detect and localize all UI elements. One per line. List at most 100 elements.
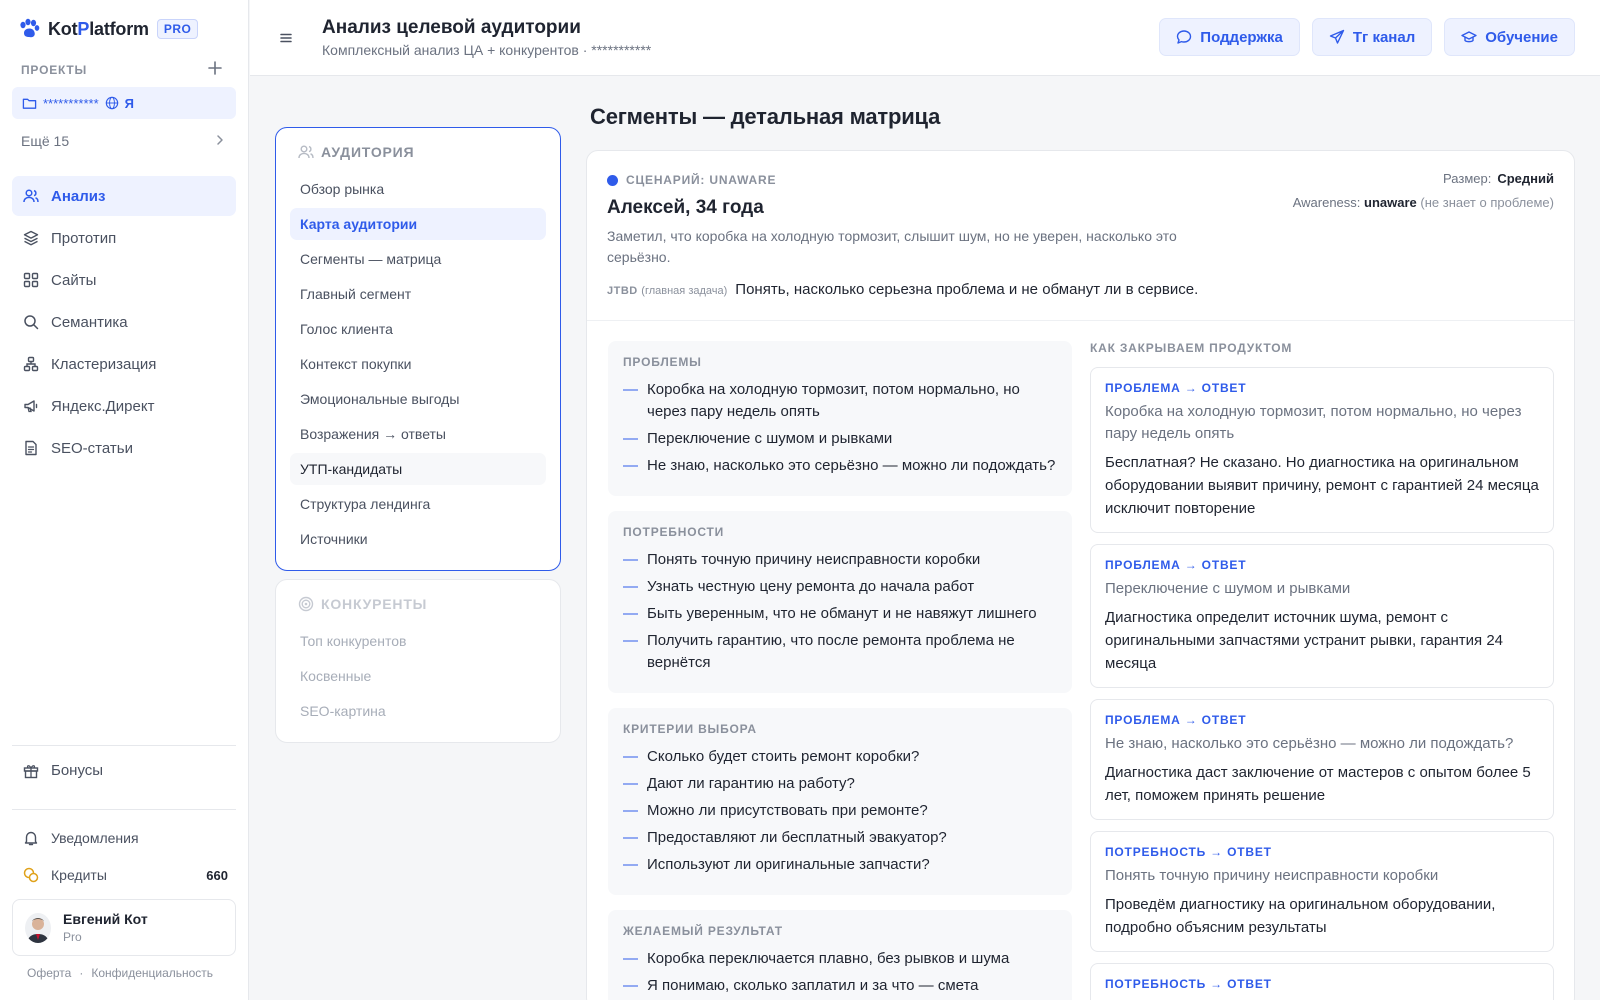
list-item: Не знаю, насколько это серьёзно — можно … (623, 455, 1057, 477)
awareness-hint: (не знает о проблеме) (1420, 195, 1554, 210)
sidebar: KotPlatform PRO ПРОЕКТЫ *********** Я Ещ… (0, 0, 249, 1000)
nav-label: Анализ (51, 187, 106, 205)
competitors-section-title: КОНКУРЕНТЫ (321, 596, 428, 612)
competitors-section-header: КОНКУРЕНТЫ (290, 592, 546, 616)
subnav-item[interactable]: Эмоциональные выгоды (290, 383, 546, 415)
search-icon (23, 314, 39, 330)
answer-card: ПОТРЕБНОСТЬ → ОТВЕТ (1090, 963, 1554, 1000)
subnav-item[interactable]: УТП-кандидаты (290, 453, 546, 485)
nav-label: SEO-статьи (51, 439, 133, 457)
add-project-button[interactable] (206, 59, 224, 77)
list-item: Коробка переключается плавно, без рывков… (623, 948, 1057, 970)
subnav-item[interactable]: Контекст покупки (290, 348, 546, 380)
top-header: Анализ целевой аудитории Комплексный ана… (250, 0, 1600, 76)
nav-item-prototype[interactable]: Прототип (12, 218, 236, 258)
header-actions: Поддержка Тг канал Обучение (1159, 18, 1575, 56)
more-projects[interactable]: Ещё 15 (21, 133, 227, 149)
nav-label: Сайты (51, 271, 97, 289)
target-icon (298, 596, 314, 612)
telegram-label: Тг канал (1352, 28, 1416, 46)
subnav-item[interactable]: Главный сегмент (290, 278, 546, 310)
plan-badge: PRO (156, 19, 199, 39)
answer-question: Понять точную причину неисправности коро… (1105, 867, 1439, 884)
nav-item-seo-articles[interactable]: SEO-статьи (12, 428, 236, 468)
nav-item-sites[interactable]: Сайты (12, 260, 236, 300)
subnav-item[interactable]: Источники (290, 523, 546, 555)
chat-icon (1176, 29, 1192, 45)
subnav-item[interactable]: Обзор рынка (290, 173, 546, 205)
jtbd-row: JTBD (главная задача) Понять, насколько … (607, 281, 1198, 298)
offer-link[interactable]: Оферта (27, 966, 71, 980)
list-item: Быть уверенным, что не обманут и не навя… (623, 603, 1057, 625)
nav-label: Яндекс.Директ (51, 397, 155, 415)
answer-text: Бесплатная? Не сказано. Но диагностика н… (1105, 454, 1539, 517)
divider (12, 745, 236, 746)
page-title: Анализ целевой аудитории (322, 17, 581, 38)
credits-row[interactable]: Кредиты 660 (23, 867, 228, 883)
user-card[interactable]: Евгений Кот Pro (12, 899, 236, 956)
megaphone-icon (23, 398, 39, 414)
subnav-item[interactable]: Топ конкурентов (290, 625, 546, 657)
avatar (25, 912, 51, 943)
support-button[interactable]: Поддержка (1159, 18, 1300, 56)
nav-item-analysis[interactable]: Анализ (12, 176, 236, 216)
list-item: Узнать честную цену ремонта до начала ра… (623, 576, 1057, 598)
audience-section-title: АУДИТОРИЯ (321, 144, 415, 160)
detail-block: КРИТЕРИИ ВЫБОРА Сколько будет стоить ремо… (608, 708, 1072, 895)
audience-subnav: АУДИТОРИЯ Обзор рынка Карта аудитории Сегм… (275, 127, 561, 571)
list-item: Используют ли оригинальные запчасти? (623, 854, 1057, 876)
subnav-item[interactable]: Голос клиента (290, 313, 546, 345)
subnav-item[interactable]: Возражения → ответы (290, 418, 546, 450)
subnav-item[interactable]: Карта аудитории (290, 208, 546, 240)
audience-section-header: АУДИТОРИЯ (290, 140, 546, 164)
segment-details: ПРОБЛЕМЫ Коробка на холодную тормозит, по… (608, 341, 1072, 1000)
bonus-link[interactable]: Бонусы (23, 762, 103, 779)
menu-toggle-button[interactable] (278, 30, 294, 46)
plus-icon (206, 59, 224, 77)
subnav-item[interactable]: Структура лендинга (290, 488, 546, 520)
nav-item-yandex-direct[interactable]: Яндекс.Директ (12, 386, 236, 426)
support-label: Поддержка (1200, 28, 1283, 46)
subnav-item[interactable]: Косвенные (290, 660, 546, 692)
training-label: Обучение (1485, 28, 1558, 46)
chevron-right-icon (213, 133, 227, 149)
jtbd-label: JTBD (главная задача) (607, 285, 728, 297)
answer-tag: ПОТРЕБНОСТЬ → ОТВЕТ (1105, 845, 1272, 859)
awareness: Awareness: unaware (не знает о проблеме) (1292, 195, 1554, 210)
list-item: Понять точную причину неисправности коро… (623, 549, 1057, 571)
detail-block-title: ПРОБЛЕМЫ (623, 355, 702, 369)
detail-block: ПРОБЛЕМЫ Коробка на холодную тормозит, по… (608, 341, 1072, 496)
list-item: Переключение с шумом и рывками (623, 428, 1057, 450)
answers-list: ПРОБЛЕМА → ОТВЕТ Коробка на холодную торм… (1090, 367, 1554, 1000)
logo[interactable]: KotPlatform PRO (18, 16, 199, 42)
scenario-dot (607, 174, 618, 186)
bell-icon (23, 830, 39, 846)
users-icon (298, 144, 314, 160)
nav-item-semantics[interactable]: Семантика (12, 302, 236, 342)
projects-label: ПРОЕКТЫ (21, 63, 88, 77)
scenario-tag: СЦЕНАРИЙ: UNAWARE (607, 173, 776, 187)
segment-size: Размер: Средний (1443, 171, 1554, 186)
coins-icon (23, 867, 39, 883)
answer-question: Не знаю, насколько это серьёзно — можно … (1105, 735, 1514, 752)
notifications-link[interactable]: Уведомления (23, 830, 139, 846)
audience-list: Обзор рынка Карта аудитории Сегменты — мат… (290, 173, 546, 555)
answer-card: ПОТРЕБНОСТЬ → ОТВЕТ Понять точную причину… (1090, 831, 1554, 952)
product-answers: КАК ЗАКРЫВАЕМ ПРОДУКТОМ ПРОБЛЕМА → ОТВЕТ… (1090, 341, 1554, 1000)
competitors-subnav: КОНКУРЕНТЫ Топ конкурентов Косвенные SEO-к… (275, 579, 561, 743)
privacy-link[interactable]: Конфиденциальность (91, 966, 213, 980)
globe-icon (105, 96, 119, 110)
project-name: *********** (43, 95, 99, 111)
answer-text: Диагностика определит источник шума, рем… (1105, 609, 1504, 672)
telegram-button[interactable]: Тг канал (1311, 18, 1433, 56)
footer-separator: · (79, 966, 84, 980)
answer-card: ПРОБЛЕМА → ОТВЕТ Коробка на холодную торм… (1090, 367, 1554, 533)
list-item: Предоставляют ли бесплатный эвакуатор? (623, 827, 1057, 849)
subnav-item[interactable]: SEO-картина (290, 695, 546, 727)
training-button[interactable]: Обучение (1444, 18, 1575, 56)
project-item[interactable]: *********** Я (12, 87, 236, 119)
cluster-icon (23, 356, 39, 372)
subnav-item[interactable]: Сегменты — матрица (290, 243, 546, 275)
nav-item-clustering[interactable]: Кластеризация (12, 344, 236, 384)
answer-tag: ПРОБЛЕМА → ОТВЕТ (1105, 558, 1247, 572)
